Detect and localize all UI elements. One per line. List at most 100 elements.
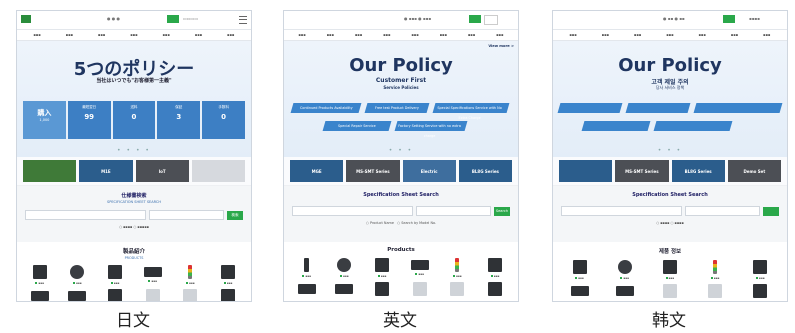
product-item[interactable]	[365, 282, 399, 296]
product-item[interactable]: ▪▪▪	[604, 260, 645, 280]
view-more-link[interactable]: View more >	[488, 44, 514, 48]
promo-banner[interactable]: MS-SMT Series	[615, 160, 669, 182]
product-image	[143, 267, 162, 277]
product-image	[32, 265, 47, 279]
product-item[interactable]	[23, 289, 57, 301]
product-item[interactable]	[403, 282, 437, 296]
site-logo[interactable]	[21, 15, 33, 23]
product-item[interactable]: ▪▪▪	[559, 260, 600, 280]
product-item[interactable]: ▪▪▪	[174, 265, 208, 285]
product-item[interactable]: ▪▪▪	[365, 258, 399, 278]
product-item[interactable]: ▪▪▪	[695, 260, 736, 280]
menu-icon[interactable]	[239, 16, 247, 24]
model-input[interactable]	[149, 210, 224, 220]
policy-bar[interactable]: Free test Product Delivery	[364, 103, 430, 113]
search-input[interactable]	[561, 206, 683, 216]
carousel-dots[interactable]: • • • •	[17, 147, 251, 154]
product-item[interactable]: ▪▪▪	[61, 265, 95, 285]
policy-bar[interactable]: 最短翌日 99	[67, 101, 111, 139]
search-subtitle: SPECIFICATION SHEET SEARCH	[107, 200, 161, 204]
policy-bar[interactable]: 保証 3	[157, 101, 201, 139]
product-image	[410, 260, 429, 270]
search-radios[interactable]: ○ Product Name ○ Search by Model No.	[292, 221, 510, 225]
hero-subtitle: 当社はいつでも"お客様第一主義"	[96, 78, 172, 84]
carousel-dots[interactable]: • • •	[553, 147, 787, 154]
product-item[interactable]: ▪▪▪	[649, 260, 690, 280]
korean-site-screenshot: ● ▪▪ ● ▪▪ ▪▪▪▪ ▪▪▪ ▪▪▪ ▪▪▪ ▪▪▪ ▪▪▪ ▪▪▪ ▪▪▪ Our…	[552, 10, 788, 302]
product-item[interactable]	[61, 289, 95, 301]
product-item[interactable]	[649, 284, 690, 298]
carousel-dots[interactable]: • • •	[284, 147, 518, 154]
product-item[interactable]	[559, 284, 600, 298]
login-button[interactable]	[469, 15, 481, 23]
product-item[interactable]	[604, 284, 645, 298]
product-item[interactable]	[441, 282, 475, 296]
product-item[interactable]: ▪▪▪	[328, 258, 362, 278]
product-item[interactable]	[136, 289, 170, 301]
product-item[interactable]	[174, 289, 208, 301]
search-button[interactable]: Search	[494, 206, 510, 216]
search-title: 仕様書検索	[121, 193, 147, 199]
promo-banner[interactable]: MS-SMT Series	[346, 160, 400, 182]
product-item[interactable]	[328, 282, 362, 296]
product-item[interactable]: ▪▪▪	[478, 258, 512, 278]
product-item[interactable]: ▪▪▪	[740, 260, 781, 280]
promo-banner[interactable]: Demo Set	[727, 160, 781, 182]
product-image	[375, 282, 390, 296]
search-button[interactable]: 検索	[227, 210, 243, 220]
promo-banner[interactable]	[23, 160, 77, 182]
products-section: Products ▪▪▪ ▪▪▪ ▪▪▪ ▪▪▪ ▪▪▪ ▪▪▪	[284, 242, 518, 296]
policy-bar[interactable]: Special Specifications Service with No E…	[432, 103, 510, 120]
promo-banner[interactable]: BL8G Series	[671, 160, 725, 182]
search-input[interactable]	[292, 206, 414, 216]
policy-bar[interactable]	[581, 121, 651, 131]
policy-bar[interactable]: 購入 1,000	[23, 101, 66, 139]
search-input[interactable]	[25, 210, 147, 220]
product-item[interactable]: ▪▪▪	[403, 258, 437, 278]
product-item[interactable]	[740, 284, 781, 298]
nav-bar: ▪▪▪ ▪▪▪ ▪▪▪ ▪▪▪ ▪▪▪ ▪▪▪ ▪▪▪	[553, 30, 787, 41]
policy-bar[interactable]: Special Repair Service	[322, 121, 392, 131]
product-image	[488, 258, 503, 272]
product-item[interactable]: ▪▪▪	[441, 258, 475, 278]
promo-banner[interactable]: Electric	[402, 160, 456, 182]
policy-bar[interactable]	[653, 121, 733, 131]
login-button[interactable]	[723, 15, 735, 23]
product-item[interactable]: ▪▪▪	[98, 265, 132, 285]
policy-bar[interactable]: 手数料 0	[202, 101, 245, 139]
product-item[interactable]: ▪▪▪	[23, 265, 57, 285]
product-item[interactable]	[290, 282, 324, 296]
product-image	[183, 289, 198, 301]
promo-banner[interactable]: BL8G Series	[458, 160, 512, 182]
product-image	[297, 284, 316, 294]
product-item[interactable]	[478, 282, 512, 296]
promo-banner[interactable]: M1E	[79, 160, 133, 182]
search-button[interactable]	[763, 206, 779, 216]
promo-banner[interactable]: IoT	[135, 160, 189, 182]
product-image	[68, 291, 87, 301]
product-item[interactable]: ▪▪▪	[290, 258, 324, 278]
product-item[interactable]: ▪▪▪	[136, 265, 170, 285]
policy-bar[interactable]: 送料 0	[112, 101, 156, 139]
product-image	[662, 284, 677, 298]
model-input[interactable]	[685, 206, 760, 216]
policy-bar[interactable]	[693, 103, 783, 113]
search-radios[interactable]: ○ ▪▪▪▪ ○ ▪▪▪▪▪	[25, 225, 243, 229]
product-item[interactable]	[211, 289, 245, 301]
search-radios[interactable]: ○ ▪▪▪▪ ○ ▪▪▪▪	[561, 221, 779, 225]
policy-bar[interactable]	[557, 103, 623, 113]
language-selector[interactable]	[484, 15, 498, 25]
hero-subtitle-2: Service Policies	[383, 85, 419, 90]
product-item[interactable]	[695, 284, 736, 298]
login-button[interactable]	[167, 15, 179, 23]
banner-row: M1E IoT	[17, 157, 251, 186]
product-item[interactable]: ▪▪▪	[211, 265, 245, 285]
policy-bar[interactable]	[625, 103, 691, 113]
model-input[interactable]	[416, 206, 491, 216]
promo-banner[interactable]: MGE	[290, 160, 344, 182]
policy-bar[interactable]: Continued Products Availability	[290, 103, 362, 113]
policy-bar[interactable]: Factory Setting Service with no extra ch…	[394, 121, 468, 138]
promo-banner[interactable]	[191, 160, 245, 182]
product-item[interactable]	[98, 289, 132, 301]
promo-banner[interactable]	[559, 160, 613, 182]
